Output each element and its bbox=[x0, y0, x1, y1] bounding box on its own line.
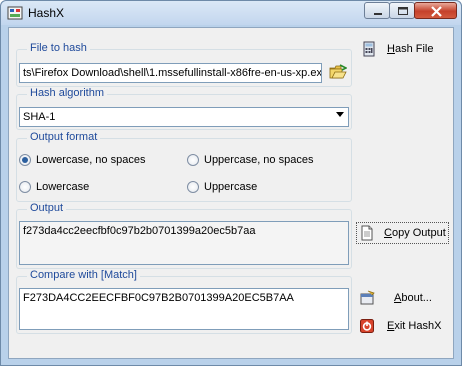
exit-label: Exit HashX bbox=[387, 320, 442, 332]
about-icon bbox=[360, 290, 375, 305]
compare-field[interactable]: F273DA4CC2EECFBF0C97B2B0701399A20EC5B7AA bbox=[19, 288, 349, 330]
radio-label: Lowercase bbox=[36, 181, 90, 193]
hash-file-label: Hash File bbox=[387, 43, 434, 55]
radio-uppercase-no-spaces[interactable]: Uppercase, no spaces bbox=[187, 154, 313, 166]
about-label: About... bbox=[394, 292, 432, 304]
hash-algorithm-value: SHA-1 bbox=[23, 111, 56, 123]
file-path-field[interactable]: ts\Firefox Download\shell\1.mssefullinst… bbox=[19, 63, 322, 83]
radio-label: Lowercase, no spaces bbox=[36, 154, 146, 166]
minimize-button[interactable] bbox=[364, 2, 390, 19]
hashx-app-icon bbox=[7, 6, 23, 20]
exit-button[interactable]: Exit HashX bbox=[359, 318, 441, 334]
maximize-icon bbox=[398, 7, 408, 15]
calculator-icon bbox=[363, 41, 375, 57]
about-button[interactable]: About... bbox=[359, 290, 432, 306]
copy-output-label: Copy Output bbox=[384, 227, 446, 239]
window-title: HashX bbox=[28, 6, 65, 20]
copy-output-button[interactable]: Copy Output bbox=[356, 222, 449, 244]
title-bar[interactable]: HashX bbox=[1, 1, 461, 25]
exit-icon bbox=[360, 319, 374, 333]
radio-lowercase[interactable]: Lowercase bbox=[19, 181, 89, 193]
radio-button[interactable] bbox=[187, 154, 199, 166]
folder-open-icon[interactable] bbox=[329, 64, 347, 80]
radio-button[interactable] bbox=[187, 181, 199, 193]
output-label: Output bbox=[27, 202, 67, 214]
radio-uppercase[interactable]: Uppercase bbox=[187, 181, 257, 193]
chevron-down-icon bbox=[336, 112, 344, 117]
close-icon bbox=[431, 6, 442, 17]
output-field[interactable]: f273da4cc2eecfbf0c97b2b0701399a20ec5b7aa bbox=[19, 221, 349, 265]
hash-algorithm-label: Hash algorithm bbox=[27, 87, 107, 99]
app-window: HashX File to hash ts\Firefox Download\s… bbox=[0, 0, 462, 366]
close-button[interactable] bbox=[414, 2, 457, 19]
client-area: File to hash ts\Firefox Download\shell\1… bbox=[8, 27, 454, 359]
minimize-icon bbox=[374, 13, 382, 15]
compare-label: Compare with [Match] bbox=[27, 269, 140, 281]
hash-file-button[interactable]: Hash File bbox=[361, 41, 433, 57]
radio-button-checked[interactable] bbox=[19, 154, 31, 166]
output-format-label: Output format bbox=[27, 131, 101, 143]
hash-algorithm-select[interactable]: SHA-1 bbox=[19, 107, 349, 127]
maximize-button[interactable] bbox=[389, 2, 415, 19]
file-to-hash-label: File to hash bbox=[27, 42, 90, 54]
radio-label: Uppercase bbox=[204, 181, 258, 193]
copy-document-icon bbox=[361, 225, 373, 241]
radio-lowercase-no-spaces[interactable]: Lowercase, no spaces bbox=[19, 154, 145, 166]
radio-button[interactable] bbox=[19, 181, 31, 193]
radio-label: Uppercase, no spaces bbox=[204, 154, 314, 166]
